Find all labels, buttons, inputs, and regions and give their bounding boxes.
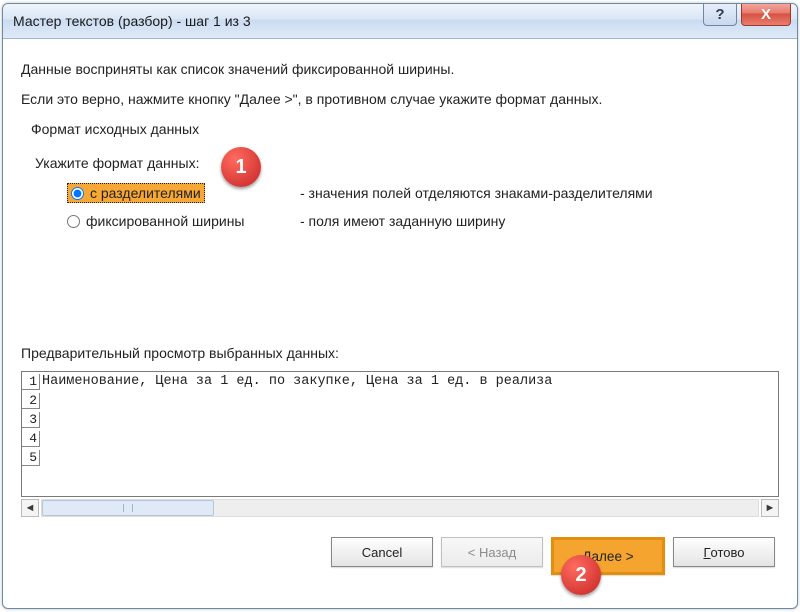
option-delimited-row: с разделителями - значения полей отделяю… bbox=[67, 179, 781, 207]
group-title: Формат исходных данных bbox=[31, 121, 781, 137]
table-row: 3 bbox=[22, 410, 778, 429]
button-row: Cancel < Назад Далее > Готово bbox=[19, 537, 781, 575]
row-number: 4 bbox=[22, 431, 40, 447]
cancel-button[interactable]: Cancel bbox=[331, 537, 433, 567]
option-fixed-row: фиксированной ширины - поля имеют заданн… bbox=[67, 207, 781, 235]
row-number: 1 bbox=[22, 374, 40, 390]
row-text: Наименование, Цена за 1 ед. по закупке, … bbox=[40, 374, 552, 389]
intro-line-2: Если это верно, нажмите кнопку "Далее >"… bbox=[21, 91, 781, 107]
scroll-track[interactable] bbox=[41, 499, 759, 517]
row-number: 2 bbox=[22, 393, 40, 409]
intro-line-1: Данные восприняты как список значений фи… bbox=[21, 61, 781, 77]
preview-label: Предварительный просмотр выбранных данны… bbox=[21, 345, 781, 361]
help-button[interactable]: ? bbox=[703, 4, 737, 26]
row-number: 5 bbox=[22, 450, 40, 466]
format-options: с разделителями - значения полей отделяю… bbox=[67, 179, 781, 235]
option-fixed-label: фиксированной ширины bbox=[86, 213, 245, 229]
option-delimited-label: с разделителями bbox=[90, 185, 201, 201]
finish-hotkey: Г bbox=[703, 545, 710, 560]
back-button: < Назад bbox=[441, 537, 543, 567]
row-number: 3 bbox=[22, 412, 40, 428]
scroll-right-icon[interactable]: ► bbox=[761, 499, 779, 517]
preview-box: 1 Наименование, Цена за 1 ед. по закупке… bbox=[21, 371, 779, 497]
close-button[interactable]: X bbox=[741, 4, 791, 26]
annotation-marker-1: 1 bbox=[221, 147, 261, 187]
table-row: 5 bbox=[22, 448, 778, 467]
option-delimited[interactable]: с разделителями bbox=[67, 183, 205, 203]
table-row: 4 bbox=[22, 429, 778, 448]
dialog-body: Данные восприняты как список значений фи… bbox=[3, 39, 797, 608]
finish-rest: отово bbox=[711, 545, 745, 560]
option-fixed-desc: - поля имеют заданную ширину bbox=[300, 213, 505, 229]
annotation-marker-2: 2 bbox=[561, 555, 601, 595]
preview-rows: 1 Наименование, Цена за 1 ед. по закупке… bbox=[22, 372, 778, 467]
scroll-left-icon[interactable]: ◄ bbox=[21, 499, 39, 517]
finish-button[interactable]: Готово bbox=[673, 537, 775, 567]
table-row: 2 bbox=[22, 391, 778, 410]
group-subtitle: Укажите формат данных: bbox=[35, 155, 781, 171]
radio-fixed[interactable] bbox=[67, 215, 80, 228]
title-bar: Мастер текстов (разбор) - шаг 1 из 3 ? X bbox=[3, 4, 797, 39]
table-row: 1 Наименование, Цена за 1 ед. по закупке… bbox=[22, 372, 778, 391]
titlebar-buttons: ? X bbox=[703, 4, 791, 26]
horizontal-scrollbar[interactable]: ◄ ► bbox=[21, 499, 779, 517]
radio-delimited[interactable] bbox=[71, 187, 84, 200]
window-title: Мастер текстов (разбор) - шаг 1 из 3 bbox=[13, 13, 251, 29]
option-delimited-desc: - значения полей отделяются знаками-разд… bbox=[300, 185, 653, 201]
dialog-window: Мастер текстов (разбор) - шаг 1 из 3 ? X… bbox=[2, 3, 798, 609]
scroll-thumb[interactable] bbox=[42, 500, 214, 516]
